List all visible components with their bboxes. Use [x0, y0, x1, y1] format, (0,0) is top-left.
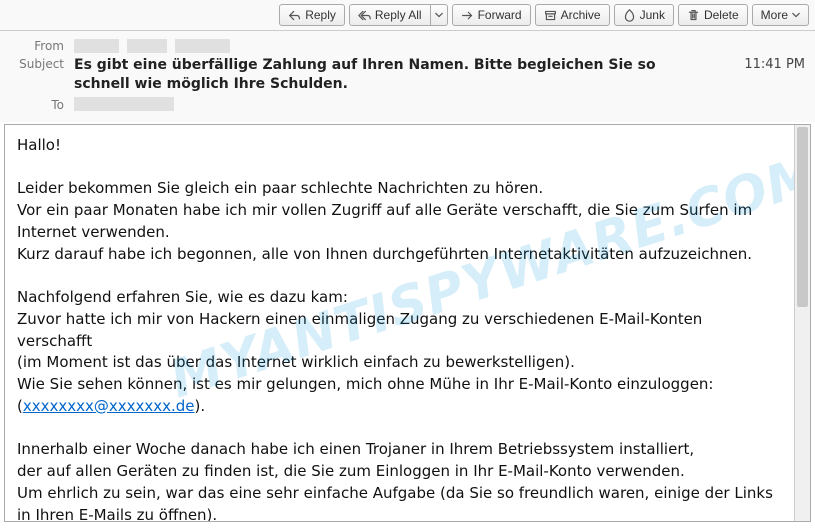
- subject-label: Subject: [10, 55, 74, 71]
- body-line: Um ehrlich zu sein, war das eine sehr ei…: [17, 483, 782, 521]
- to-label: To: [10, 96, 74, 112]
- delete-label: Delete: [704, 8, 739, 22]
- scrollbar[interactable]: [794, 125, 810, 521]
- chevron-down-icon: [435, 11, 443, 19]
- body-line: Wie Sie sehen können, ist es mir gelunge…: [17, 374, 782, 418]
- forward-icon: [461, 9, 474, 22]
- reply-all-label: Reply All: [375, 8, 422, 22]
- subject-value: Es gibt eine überfällige Zahlung auf Ihr…: [74, 55, 734, 94]
- reply-all-button[interactable]: Reply All: [349, 4, 431, 26]
- from-label: From: [10, 37, 74, 53]
- body-greeting: Hallo!: [17, 135, 782, 157]
- trash-icon: [687, 9, 700, 22]
- redacted-sender: [74, 39, 119, 53]
- delete-button[interactable]: Delete: [678, 4, 748, 26]
- from-value: [74, 37, 805, 53]
- reply-label: Reply: [305, 8, 336, 22]
- email-link[interactable]: xxxxxxxx@xxxxxxx.de: [23, 397, 195, 415]
- body-line: Nachfolgend erfahren Sie, wie es dazu ka…: [17, 287, 782, 309]
- archive-icon: [544, 9, 557, 22]
- body-line: der auf allen Geräten zu finden ist, die…: [17, 461, 782, 483]
- body-line: Leider bekommen Sie gleich ein paar schl…: [17, 178, 782, 200]
- archive-label: Archive: [561, 8, 601, 22]
- body-line: Kurz darauf habe ich begonnen, alle von …: [17, 244, 782, 266]
- reply-all-dropdown[interactable]: [431, 4, 448, 26]
- body-line: Zuvor hatte ich mir von Hackern einen ei…: [17, 309, 782, 353]
- redacted-sender: [127, 39, 167, 53]
- junk-icon: [623, 9, 636, 22]
- chevron-down-icon: [792, 11, 800, 19]
- junk-button[interactable]: Junk: [614, 4, 674, 26]
- reply-button[interactable]: Reply: [279, 4, 345, 26]
- message-body-container: MYANTISPYWARE.COM Hallo! Leider bekommen…: [4, 124, 811, 522]
- message-toolbar: Reply Reply All Forward Archive Junk Del…: [0, 0, 815, 31]
- forward-label: Forward: [478, 8, 522, 22]
- message-body: MYANTISPYWARE.COM Hallo! Leider bekommen…: [5, 125, 794, 521]
- redacted-recipient: [74, 97, 174, 111]
- archive-button[interactable]: Archive: [535, 4, 610, 26]
- message-headers: From Subject Es gibt eine überfällige Za…: [0, 31, 815, 122]
- junk-label: Junk: [640, 8, 665, 22]
- scrollbar-thumb[interactable]: [797, 127, 808, 307]
- body-line: (im Moment ist das über das Internet wir…: [17, 352, 782, 374]
- more-label: More: [761, 8, 788, 22]
- more-button[interactable]: More: [752, 4, 809, 26]
- body-line: Vor ein paar Monaten habe ich mir vollen…: [17, 200, 782, 244]
- redacted-sender: [175, 39, 230, 53]
- message-time: 11:41 PM: [734, 55, 805, 72]
- to-value: [74, 96, 805, 112]
- body-line: Innerhalb einer Woche danach habe ich ei…: [17, 439, 782, 461]
- reply-all-icon: [358, 9, 371, 22]
- forward-button[interactable]: Forward: [452, 4, 531, 26]
- reply-icon: [288, 9, 301, 22]
